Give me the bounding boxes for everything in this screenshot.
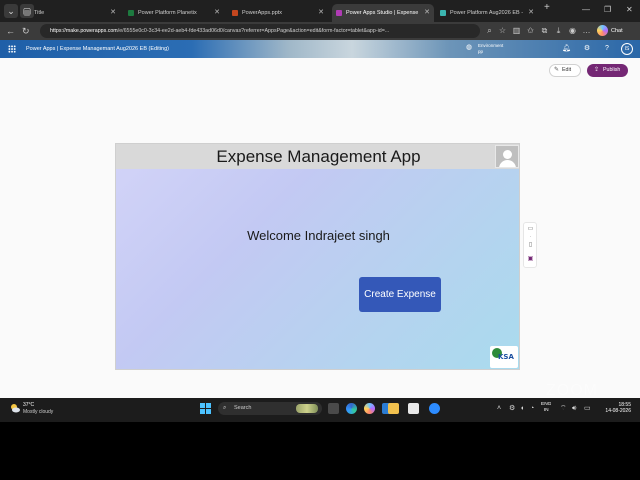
zoom-icon[interactable] [429, 403, 440, 414]
temperature: 37°C [23, 402, 35, 408]
edit-button[interactable]: ✎ Edit [549, 64, 581, 77]
tab-label: Power Apps Studio | Expense [346, 10, 419, 16]
close-icon[interactable]: ✕ [110, 4, 116, 22]
taskbar-search[interactable]: ⌕ Search [218, 402, 322, 415]
edit-label: Edit [562, 67, 572, 73]
url-host: https://make.powerapps.com [50, 28, 118, 34]
mic-icon[interactable]: ◔ [530, 404, 534, 413]
clock-date: 14-08-2026 [605, 408, 631, 414]
environment-value: pp [478, 48, 484, 54]
browser-tab-3[interactable]: Power Apps Studio | Expense ✕ [332, 4, 434, 22]
excel-icon [128, 10, 134, 16]
tab-label: PowerApps.pptx [242, 10, 283, 16]
app-canvas[interactable]: Expense Management App Welcome Indrajeet… [115, 143, 520, 370]
downloads-icon[interactable]: ⤓ [554, 26, 563, 35]
powerapps-title: Power Apps | Expense Managemant Aug2026 … [26, 46, 169, 52]
minimize-icon[interactable]: — [582, 6, 590, 14]
globe-icon: ◍ [466, 44, 473, 51]
restore-icon[interactable]: ❐ [604, 6, 611, 14]
gear-icon[interactable]: ⚙ [583, 45, 591, 53]
app-launcher-icon[interactable] [8, 45, 16, 53]
monitor-icon[interactable]: ▭ [527, 226, 534, 233]
avatar-body [499, 160, 516, 167]
tab-actions-button[interactable]: ⌄ [4, 4, 18, 18]
browser-tab-1[interactable]: Power Platform Planetix ✕ [124, 4, 224, 22]
chat-label[interactable]: Chat [611, 25, 623, 37]
url-field[interactable]: https://make.powerapps.com/e/6555e0c0-3c… [40, 24, 480, 38]
tab-label: Power Platform Aug2026 EB - [450, 10, 524, 16]
store-icon[interactable] [408, 403, 419, 414]
more-icon[interactable]: … [582, 26, 591, 35]
browser-tab-2[interactable]: PowerApps.pptx ✕ [228, 4, 328, 22]
ksa-logo: KSA [490, 346, 518, 368]
copilot-taskbar-icon[interactable] [364, 403, 375, 414]
screenshot-frame: ⌄ ▢ Title ✕ Power Platform Planetix ✕ Po… [0, 0, 640, 480]
task-view-icon[interactable] [328, 403, 339, 414]
environment-label: Environment [478, 43, 504, 48]
logo-text: KSA [498, 353, 514, 361]
search-placeholder: Search [234, 405, 252, 411]
publish-icon: ⇪ [594, 67, 600, 73]
close-icon[interactable]: ✕ [424, 4, 430, 22]
collections-icon[interactable]: ⧉ [540, 26, 549, 35]
weather-condition: Mostly cloudy [23, 409, 54, 415]
favorites-icon[interactable]: ✩ [526, 26, 535, 35]
welcome-label: Welcome Indrajeet singh [247, 228, 390, 243]
avatar-head [503, 150, 512, 159]
tablet-icon[interactable]: ▣ [527, 256, 534, 263]
preview-device-toolbar: ▭ · ▯ ▣ [523, 222, 537, 268]
phone-icon[interactable]: ▯ [527, 242, 534, 249]
edge-icon[interactable] [346, 403, 357, 414]
refresh-icon[interactable]: ↻ [22, 25, 30, 37]
battery-icon[interactable]: ▭ [584, 404, 591, 413]
new-tab-button[interactable]: + [544, 3, 550, 13]
system-clock[interactable]: 18:55 14-08-2026 [599, 402, 631, 414]
partly-cloudy-icon [11, 404, 20, 413]
environment-picker[interactable]: ◍ Environment pp [466, 43, 504, 54]
powerapps-header: Power Apps | Expense Managemant Aug2026 … [0, 40, 640, 58]
file-explorer-icon[interactable] [388, 403, 399, 414]
tab-label: Power Platform Planetix [138, 10, 197, 16]
url-path: /e/6555e0c0-3c34-ee2d-aeb4-fde433ad06d0/… [117, 28, 390, 34]
close-icon[interactable]: ✕ [528, 4, 534, 22]
window-close-icon[interactable]: ✕ [626, 6, 633, 14]
language-indicator[interactable]: ENG IN [541, 402, 551, 414]
create-expense-button[interactable]: Create Expense [359, 277, 441, 312]
publish-button[interactable]: ⇪ Publish [587, 64, 628, 77]
profile-icon[interactable]: ◉ [568, 26, 577, 35]
app-title: Expense Management App [216, 147, 421, 166]
bell-icon[interactable]: 🔔︎ [562, 45, 571, 53]
speaker-tray-icon[interactable]: ◖ [520, 404, 524, 413]
windows-start-icon[interactable] [200, 403, 211, 414]
browser-tab-strip: ⌄ ▢ Title ✕ Power Platform Planetix ✕ Po… [0, 0, 640, 22]
publish-label: Publish [603, 67, 621, 73]
separator-icon: · [529, 234, 532, 240]
volume-icon[interactable]: 🔊︎ [572, 404, 576, 413]
split-screen-icon[interactable]: ▥ [512, 26, 521, 35]
search-icon[interactable]: ⌕ [485, 26, 494, 35]
pencil-icon: ✎ [554, 67, 560, 73]
back-icon[interactable]: ← [6, 25, 15, 37]
tab-label: Title [34, 10, 45, 16]
browser-tab-0[interactable]: Title ✕ [20, 4, 120, 22]
settings-tray-icon[interactable]: ⚙ [509, 404, 515, 413]
lang-region: IN [543, 408, 549, 413]
help-icon[interactable]: ? [603, 45, 611, 53]
avatar[interactable]: IS [621, 43, 633, 55]
user-avatar-icon [495, 145, 519, 168]
wifi-icon[interactable]: ⌔ [560, 404, 567, 413]
search-icon: ⌕ [223, 405, 227, 411]
favorite-icon[interactable]: ☆ [498, 26, 507, 35]
powerapps-icon [336, 10, 342, 16]
address-bar-row: ← ↻ https://make.powerapps.com/e/6555e0c… [0, 22, 640, 40]
browser-tab-4[interactable]: Power Platform Aug2026 EB - ✕ [436, 4, 538, 22]
search-highlight-image [296, 404, 318, 413]
chevron-up-icon[interactable]: ˄ [497, 404, 501, 413]
close-icon[interactable]: ✕ [318, 4, 324, 22]
powerapps-icon [440, 10, 446, 16]
close-icon[interactable]: ✕ [214, 4, 220, 22]
powerpoint-icon [232, 10, 238, 16]
copilot-icon[interactable] [597, 25, 608, 36]
page-icon [24, 10, 30, 16]
